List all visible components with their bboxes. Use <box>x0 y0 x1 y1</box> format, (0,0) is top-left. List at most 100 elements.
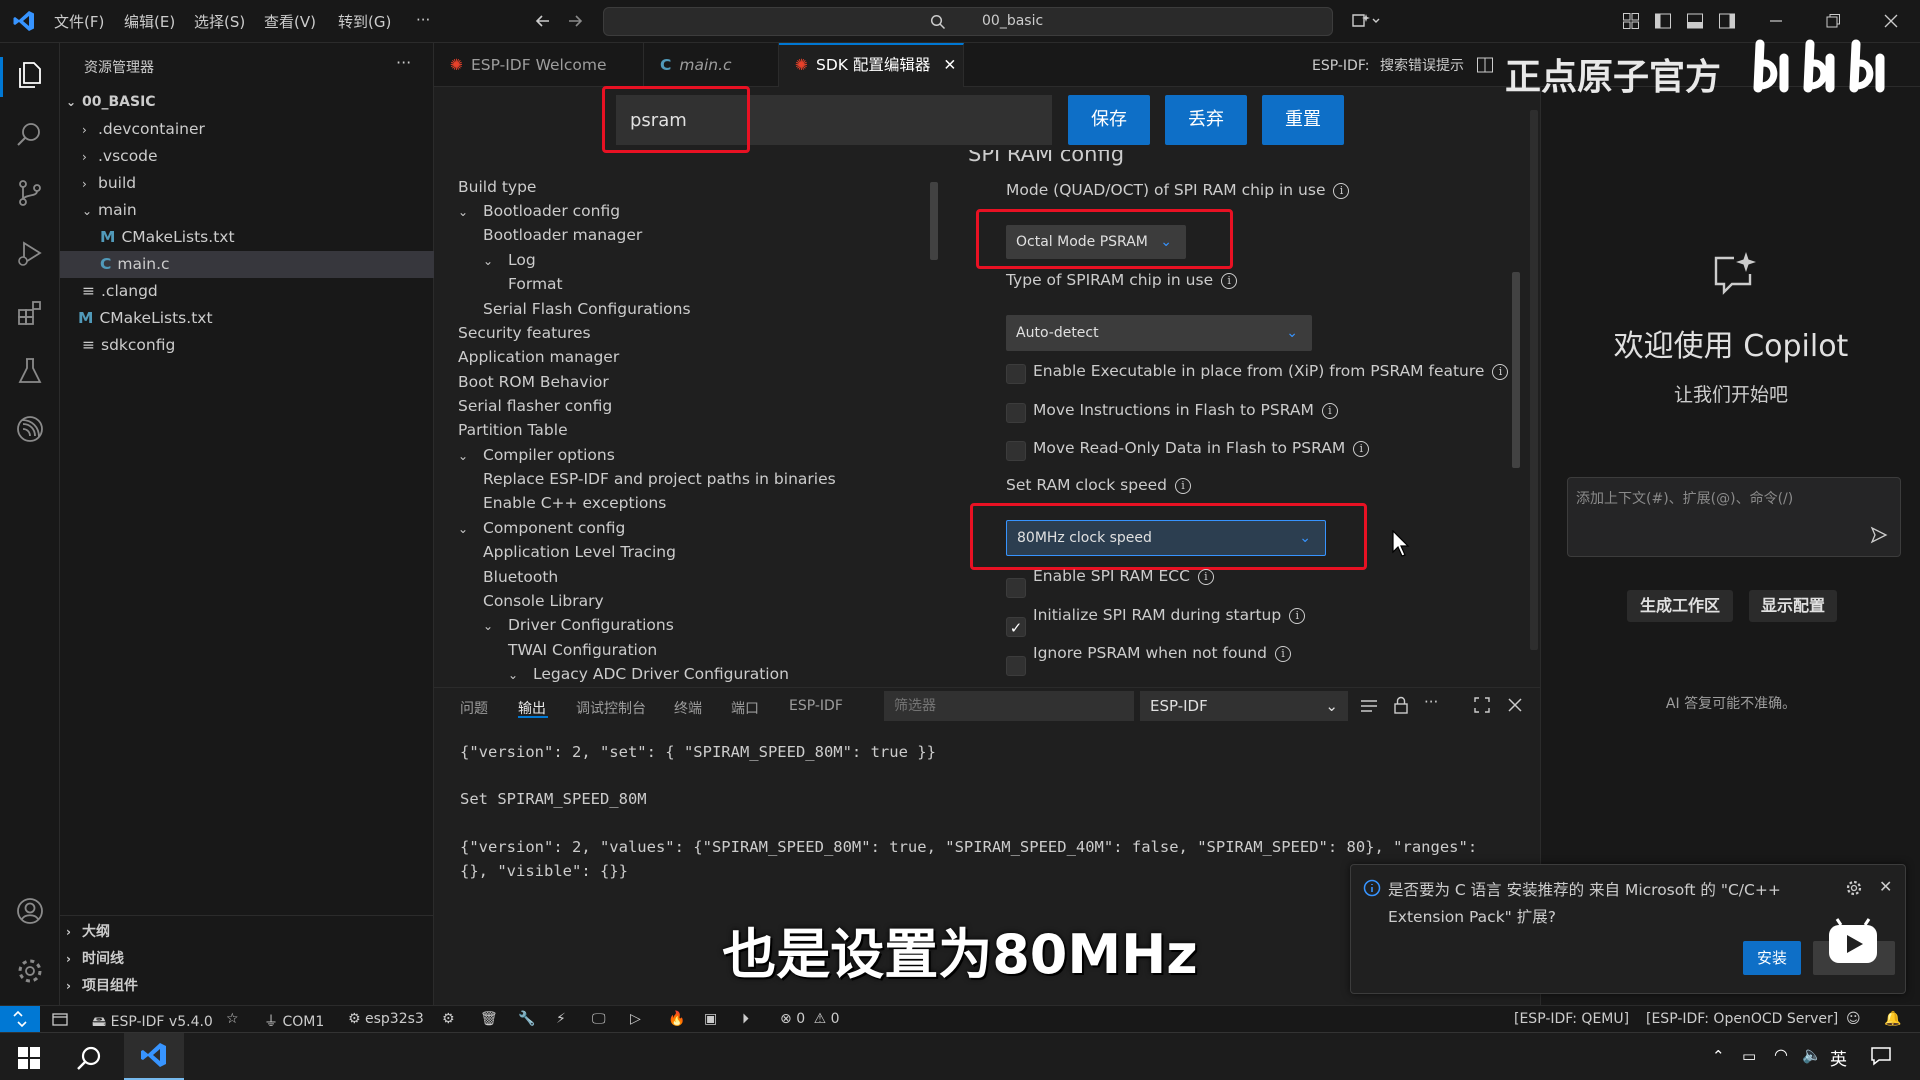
ignore-psram-checkbox[interactable] <box>1006 656 1026 676</box>
info-icon[interactable]: i <box>1221 273 1238 289</box>
nav-serial-flash-configurations[interactable]: Serial Flash Configurations <box>483 300 691 318</box>
nav-build-type[interactable]: Build type <box>458 178 536 196</box>
tree-item-root-cmakelists[interactable]: M CMakeLists.txt <box>60 305 434 332</box>
esp-idf-error-hint[interactable]: ESP-IDF: 搜索错误提示 <box>1312 55 1464 75</box>
toggle-panel-icon[interactable] <box>1686 12 1704 30</box>
tree-item-main-c[interactable]: Cmain.c <box>60 251 434 278</box>
tab-sdk-config-editor[interactable]: ✺ SDK 配置编辑器 ✕ <box>779 43 964 87</box>
nav-console-library[interactable]: Console Library <box>483 592 604 610</box>
customize-layout-icon[interactable] <box>1622 12 1640 30</box>
tree-item-main-folder[interactable]: ⌄ main <box>60 197 434 224</box>
toggle-secondary-sidebar-icon[interactable] <box>1718 12 1736 30</box>
windows-start-icon[interactable] <box>18 1047 40 1069</box>
extensions-icon[interactable] <box>14 297 46 329</box>
panel-tab-ports[interactable]: 端口 <box>731 698 759 718</box>
nav-log[interactable]: ⌄ Log <box>483 251 536 269</box>
flash-lightning-icon[interactable]: ⚡ <box>556 1011 566 1027</box>
nav-compiler-options[interactable]: ⌄ Compiler options <box>458 446 615 464</box>
output-filter-input[interactable] <box>884 691 1134 721</box>
send-icon[interactable] <box>1870 526 1888 544</box>
forward-arrow-icon[interactable] <box>566 12 584 30</box>
nav-security-features[interactable]: Security features <box>458 324 591 342</box>
tree-item-sdkconfig[interactable]: ≡ sdkconfig <box>60 332 434 359</box>
restore-window-icon[interactable] <box>1824 12 1842 30</box>
esp-idf-explorer-icon[interactable] <box>52 1011 68 1027</box>
info-icon[interactable]: i <box>1197 569 1214 585</box>
nav-application-manager[interactable]: Application manager <box>458 348 619 366</box>
nav-twai-configuration[interactable]: TWAI Configuration <box>508 641 657 659</box>
espressif-icon[interactable] <box>14 413 46 445</box>
info-icon[interactable]: i <box>1175 478 1191 494</box>
toggle-sidebar-icon[interactable] <box>1654 12 1672 30</box>
maximize-panel-icon[interactable] <box>1474 697 1490 713</box>
nav-serial-flasher-config[interactable]: Serial flasher config <box>458 397 612 415</box>
tray-ime-indicator[interactable]: 英 <box>1830 1045 1847 1070</box>
tree-item-main-cmakelists[interactable]: M CMakeLists.txt <box>60 224 434 251</box>
panel-tab-esp-idf[interactable]: ESP-IDF <box>789 698 843 714</box>
build-wrench-icon[interactable]: 🔧 <box>518 1011 535 1027</box>
tab-main-c[interactable]: Cmain.c <box>644 43 779 87</box>
info-icon[interactable]: i <box>1492 364 1509 380</box>
panel-tab-problems[interactable]: 问题 <box>460 698 488 718</box>
menu-edit[interactable]: 编辑(E) <box>124 11 175 32</box>
list-filter-icon[interactable] <box>1360 698 1378 714</box>
panel-tab-debug-console[interactable]: 调试控制台 <box>576 698 646 718</box>
toast-settings-gear-icon[interactable] <box>1845 879 1863 897</box>
show-config-button[interactable]: 显示配置 <box>1749 590 1837 622</box>
qemu-status[interactable]: [ESP-IDF: QEMU] <box>1514 1011 1629 1027</box>
serial-port[interactable]: ⏚ COM1 <box>264 1011 324 1031</box>
tray-network-icon[interactable]: ▭ <box>1742 1047 1756 1065</box>
info-icon[interactable]: i <box>1289 608 1306 624</box>
root-folder-00-basic[interactable]: ⌄ 00_BASIC <box>60 89 434 116</box>
nav-component-config[interactable]: ⌄ Component config <box>458 519 625 537</box>
explorer-icon[interactable] <box>14 59 46 91</box>
info-icon[interactable]: i <box>1353 441 1370 457</box>
sdk-config-icon[interactable]: ⚙ <box>442 1011 455 1027</box>
taskbar-search-icon[interactable] <box>76 1045 102 1071</box>
tree-item-devcontainer[interactable]: › .devcontainer <box>60 116 434 143</box>
tray-chevron-up-icon[interactable]: ⌃ <box>1712 1047 1725 1065</box>
remote-indicator[interactable] <box>0 1006 40 1032</box>
problems-counter[interactable]: ⊗ 0 ⚠ 0 <box>780 1011 840 1027</box>
init-spiram-checkbox[interactable]: ✓ <box>1006 617 1026 637</box>
type-select[interactable]: Auto-detect ⌄ <box>1006 315 1312 351</box>
nav-bootloader-manager[interactable]: Bootloader manager <box>483 226 642 244</box>
nav-scrollbar-thumb[interactable] <box>930 182 938 260</box>
nav-enable-cpp-exceptions[interactable]: Enable C++ exceptions <box>483 494 666 512</box>
close-window-icon[interactable] <box>1882 12 1900 30</box>
ecc-checkbox[interactable] <box>1006 578 1026 598</box>
openocd-status[interactable]: [ESP-IDF: OpenOCD Server] <box>1646 1011 1838 1027</box>
nav-replace-paths[interactable]: Replace ESP-IDF and project paths in bin… <box>483 470 836 488</box>
panel-more-button[interactable]: ··· <box>1424 693 1438 711</box>
run-debug-icon[interactable] <box>14 237 46 269</box>
editor-scrollbar-track[interactable] <box>1530 110 1538 650</box>
save-button[interactable]: 保存 <box>1068 95 1150 145</box>
info-icon[interactable]: i <box>1333 183 1350 199</box>
panel-tab-terminal[interactable]: 终端 <box>674 698 702 718</box>
nav-bootloader-config[interactable]: ⌄ Bootloader config <box>458 202 620 220</box>
search-sidebar-icon[interactable] <box>14 119 46 151</box>
xip-checkbox[interactable] <box>1006 364 1026 384</box>
nav-legacy-adc-driver[interactable]: ⌄ Legacy ADC Driver Configuration <box>508 665 789 683</box>
tray-volume-icon[interactable]: 🔈 <box>1802 1045 1822 1064</box>
tree-item-clangd[interactable]: ≡ .clangd <box>60 278 434 305</box>
nav-bluetooth[interactable]: Bluetooth <box>483 568 558 586</box>
menu-go[interactable]: 转到(G) <box>338 11 391 32</box>
tab-close-icon[interactable]: ✕ <box>943 56 956 74</box>
tree-item-vscode[interactable]: › .vscode <box>60 143 434 170</box>
close-panel-icon[interactable] <box>1507 697 1523 713</box>
copilot-chat-input[interactable]: 添加上下文(#)、扩展(@)、命令(/) <box>1567 477 1901 557</box>
reset-button[interactable]: 重置 <box>1262 95 1344 145</box>
monitor-icon[interactable]: 🖵 <box>592 1011 606 1027</box>
nav-application-level-tracing[interactable]: Application Level Tracing <box>483 543 676 561</box>
nav-boot-rom-behavior[interactable]: Boot ROM Behavior <box>458 373 609 391</box>
favorite-star-icon[interactable]: ☆ <box>226 1011 239 1027</box>
menu-view[interactable]: 查看(V) <box>264 11 316 32</box>
taskbar-vscode-app[interactable] <box>124 1033 184 1080</box>
menu-selection[interactable]: 选择(S) <box>194 11 245 32</box>
source-control-icon[interactable] <box>14 177 46 209</box>
run-task-icon[interactable]: ⏵ <box>742 1011 749 1027</box>
minimize-window-icon[interactable] <box>1767 12 1785 30</box>
split-editor-icon[interactable] <box>1476 56 1494 74</box>
move-instructions-checkbox[interactable] <box>1006 403 1026 423</box>
